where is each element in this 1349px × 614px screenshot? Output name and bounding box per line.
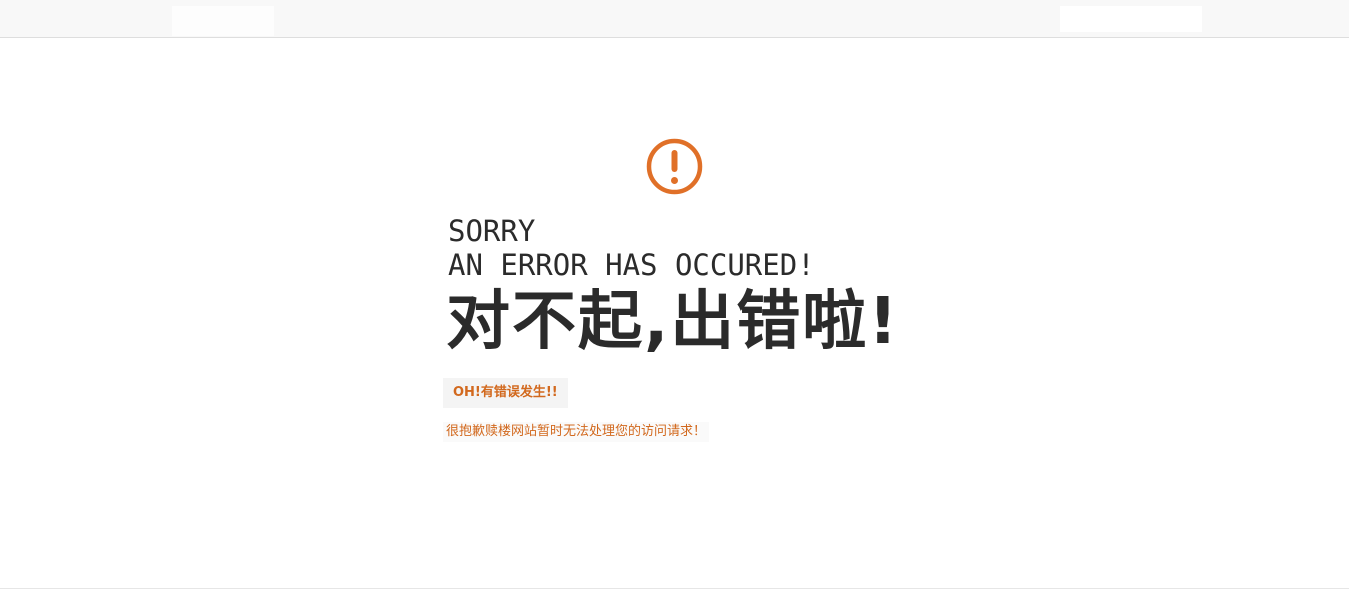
- error-badge: OH!有错误发生!!: [443, 378, 568, 408]
- exclamation-circle-icon: [646, 138, 703, 195]
- error-heading-english: SORRY AN ERROR HAS OCCURED!: [448, 214, 815, 282]
- top-bar-right-area: [1060, 6, 1202, 32]
- error-heading-line2: AN ERROR HAS OCCURED!: [448, 248, 815, 282]
- footer-divider: [0, 588, 1349, 589]
- error-message: 很抱歉赎楼网站暂时无法处理您的访问请求！: [443, 422, 710, 442]
- error-heading-line1: SORRY: [448, 214, 536, 248]
- error-heading-chinese: 对不起,出错啦!: [446, 285, 900, 359]
- top-bar-logo-area: [172, 6, 274, 36]
- top-bar: [0, 0, 1349, 38]
